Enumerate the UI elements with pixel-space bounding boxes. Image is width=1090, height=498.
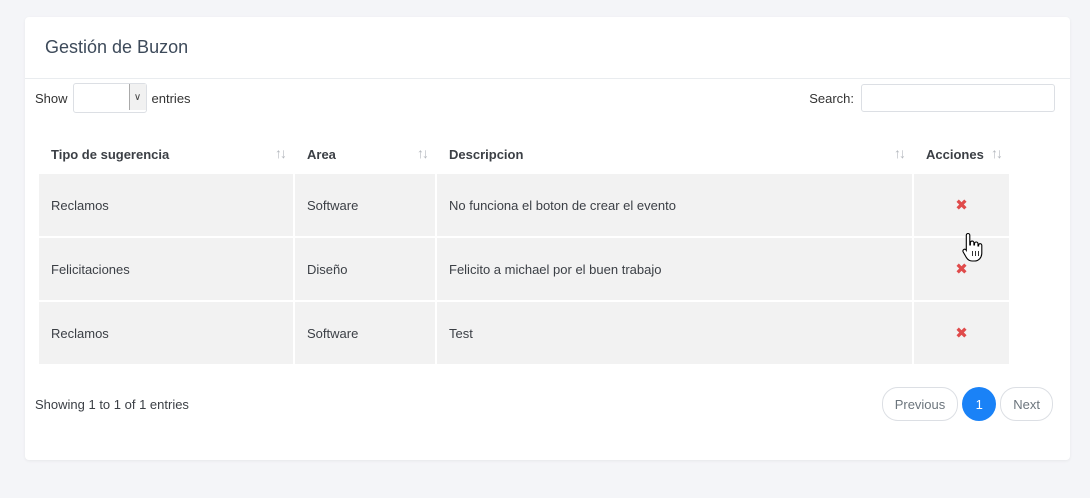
sort-arrows-icon: ↑↓ xyxy=(991,145,1003,161)
table-row: Reclamos Software Test ✖ xyxy=(39,300,1009,364)
entries-select[interactable]: ∨ xyxy=(72,83,147,113)
cell-tipo: Reclamos xyxy=(39,172,293,236)
search-box: Search: xyxy=(809,82,1055,114)
table-controls: Show ∨ entries Search: xyxy=(35,82,1055,114)
chevron-down-icon[interactable]: ∨ xyxy=(128,84,146,110)
suggestions-table: Tipo de sugerencia ↑↓ Area ↑↓ Descripcion ↑… xyxy=(37,136,1011,364)
cell-area: Diseño xyxy=(295,236,435,300)
cell-descripcion: Felicito a michael por el buen trabajo xyxy=(437,236,912,300)
entries-label: entries xyxy=(151,90,191,106)
entries-length: Show ∨ entries xyxy=(35,82,191,114)
table-row: Felicitaciones Diseño Felicito a michael… xyxy=(39,236,1009,300)
pagination: Previous 1 Next xyxy=(881,387,1053,421)
column-header-descripcion[interactable]: Descripcion ↑↓ xyxy=(437,136,912,172)
cell-acciones: ✖ xyxy=(914,172,1009,236)
close-icon[interactable]: ✖ xyxy=(955,196,968,214)
cell-tipo: Felicitaciones xyxy=(39,236,293,300)
next-button[interactable]: Next xyxy=(1000,387,1053,421)
card-header: Gestión de Buzon xyxy=(25,17,1070,79)
sort-arrows-icon: ↑↓ xyxy=(417,145,429,161)
column-header-tipo[interactable]: Tipo de sugerencia ↑↓ xyxy=(39,136,293,172)
column-header-area[interactable]: Area ↑↓ xyxy=(295,136,435,172)
cell-tipo: Reclamos xyxy=(39,300,293,364)
cell-descripcion: Test xyxy=(437,300,912,364)
cell-acciones: ✖ xyxy=(914,300,1009,364)
page-1-button[interactable]: 1 xyxy=(962,387,997,421)
page-title: Gestión de Buzon xyxy=(45,37,189,57)
table-header-row: Tipo de sugerencia ↑↓ Area ↑↓ Descripcion ↑… xyxy=(39,136,1009,172)
cell-descripcion: No funciona el boton de crear el evento xyxy=(437,172,912,236)
search-label: Search: xyxy=(809,90,854,106)
table-row: Reclamos Software No funciona el boton d… xyxy=(39,172,1009,236)
column-header-acciones[interactable]: Acciones ↑↓ xyxy=(914,136,1009,172)
cell-area: Software xyxy=(295,300,435,364)
hand-pointer-icon xyxy=(962,232,983,262)
sort-arrows-icon: ↑↓ xyxy=(275,145,287,161)
close-icon[interactable]: ✖ xyxy=(955,324,968,342)
cell-area: Software xyxy=(295,172,435,236)
sort-arrows-icon: ↑↓ xyxy=(894,145,906,161)
search-input[interactable] xyxy=(861,84,1055,112)
table-info: Showing 1 to 1 of 1 entries xyxy=(35,397,189,412)
previous-button[interactable]: Previous xyxy=(881,387,959,421)
show-label: Show xyxy=(35,90,68,106)
